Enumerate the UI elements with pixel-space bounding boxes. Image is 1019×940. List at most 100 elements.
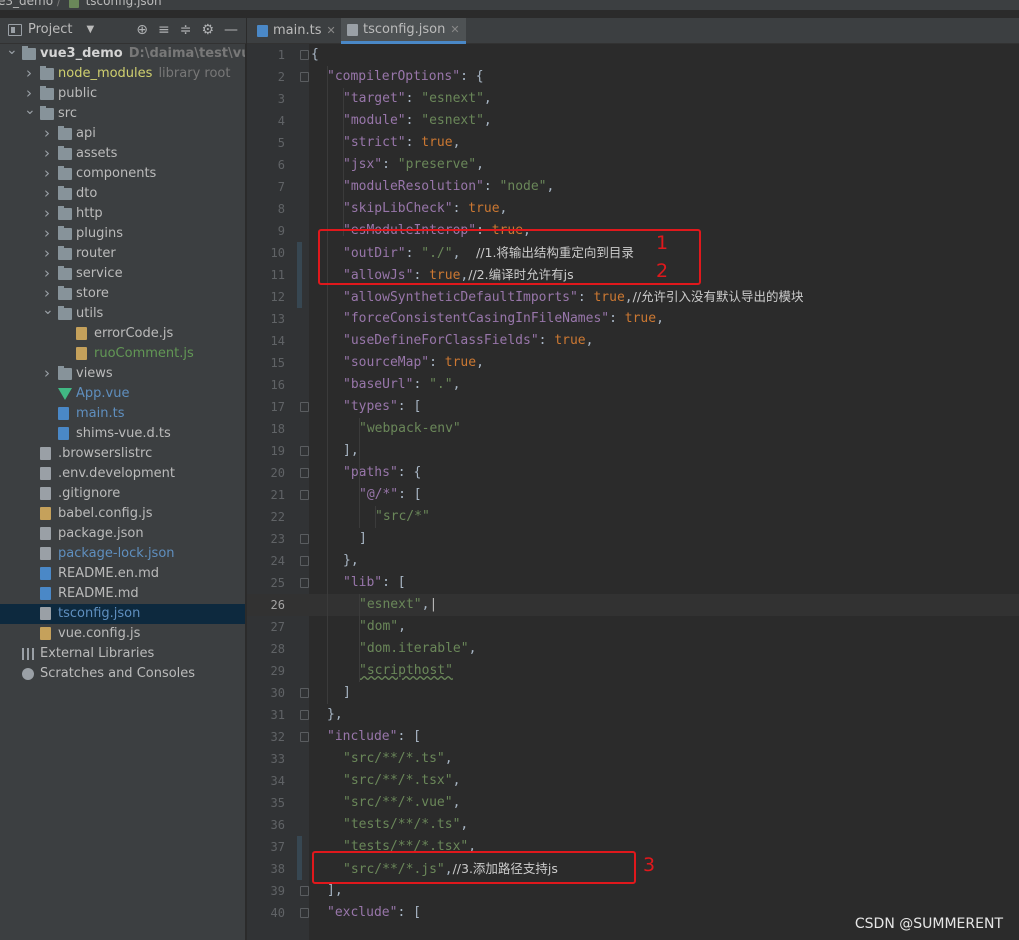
tree-item[interactable]: › router [0, 243, 245, 264]
folder-icon [58, 366, 72, 380]
tree-item-label: tsconfig.json [58, 606, 141, 621]
chevron-down-icon[interactable]: ⌄ [42, 300, 54, 320]
close-icon[interactable]: ✕ [450, 18, 459, 42]
annotation-number-3: 3 [643, 854, 656, 876]
tree-item[interactable]: › service [0, 263, 245, 284]
fold-marker-icon[interactable] [300, 468, 309, 478]
chevron-right-icon[interactable]: › [42, 143, 52, 163]
tree-item[interactable]: package-lock.json [0, 544, 245, 564]
change-marker[interactable] [297, 242, 302, 308]
js-icon [76, 347, 87, 360]
project-view-selector[interactable]: Project ▼ [8, 22, 94, 37]
tree-item[interactable]: › public [0, 84, 245, 104]
chevron-right-icon[interactable]: › [42, 243, 52, 263]
gear-icon[interactable]: ⚙ [201, 22, 214, 38]
code-line: "jsx": "preserve", [343, 157, 484, 172]
tree-item[interactable]: › node_modules library root [0, 63, 245, 84]
close-icon[interactable]: ✕ [326, 19, 335, 43]
tree-item[interactable]: ⌄ src [0, 102, 245, 124]
project-panel-header: Project ▼ ⊕ ≡ ≑ ⚙ — [0, 18, 246, 44]
tree-item[interactable]: vue.config.js [0, 624, 245, 644]
tab-tsconfig-json[interactable]: tsconfig.json ✕ [341, 18, 466, 44]
breadcrumb-file[interactable]: tsconfig.json [86, 0, 162, 8]
tree-item[interactable]: Scratches and Consoles [0, 664, 245, 684]
locate-icon[interactable]: ⊕ [136, 22, 148, 38]
change-marker[interactable] [297, 836, 302, 880]
line-number: 6 [277, 158, 285, 172]
chevron-down-icon[interactable]: ⌄ [24, 100, 36, 120]
chevron-right-icon[interactable]: › [42, 223, 52, 243]
line-number: 21 [270, 488, 285, 502]
minimize-icon[interactable]: — [224, 22, 238, 38]
tree-item[interactable]: External Libraries [0, 644, 245, 664]
tree-item[interactable]: App.vue [0, 384, 245, 404]
tree-item[interactable]: .env.development [0, 464, 245, 484]
tree-item[interactable]: › dto [0, 183, 245, 204]
code-line: "target": "esnext", [343, 91, 492, 106]
tree-item[interactable]: README.en.md [0, 564, 245, 584]
code-line: "compilerOptions": { [327, 69, 484, 84]
chevron-right-icon[interactable]: › [24, 63, 34, 83]
tree-item[interactable]: package.json [0, 524, 245, 544]
chevron-right-icon[interactable]: › [42, 363, 52, 383]
json-icon [40, 547, 51, 560]
tree-item[interactable]: .gitignore [0, 484, 245, 504]
code-line: "useDefineForClassFields": true, [343, 333, 594, 348]
line-number: 25 [270, 576, 285, 590]
fold-marker-icon[interactable] [300, 732, 309, 742]
json-icon [40, 527, 51, 540]
line-number: 31 [270, 708, 285, 722]
chevron-right-icon[interactable]: › [42, 183, 52, 203]
breadcrumb-project[interactable]: e3_demo [0, 0, 53, 8]
code-line: "types": [ [343, 399, 422, 414]
fold-marker-icon[interactable] [300, 50, 309, 60]
tree-item[interactable]: tsconfig.json [0, 604, 245, 624]
line-number: 33 [270, 752, 285, 766]
tree-item[interactable]: ⌄ utils [0, 302, 245, 324]
tree-item[interactable]: › plugins [0, 223, 245, 244]
chevron-right-icon[interactable]: › [42, 263, 52, 283]
fold-marker-icon[interactable] [300, 578, 309, 588]
chevron-right-icon[interactable]: › [42, 123, 52, 143]
chevron-right-icon[interactable]: › [42, 163, 52, 183]
expand-all-icon[interactable]: ≡ [158, 22, 170, 38]
tree-item[interactable]: main.ts [0, 404, 245, 424]
tree-item[interactable]: .browserslistrc [0, 444, 245, 464]
tree-item[interactable]: ⌄ vue3_demo D:\daima\test\vue3_de [0, 44, 245, 64]
fold-marker-icon[interactable] [300, 886, 309, 896]
tree-item-label: package-lock.json [58, 546, 175, 561]
line-number: 28 [270, 642, 285, 656]
tree-item[interactable]: babel.config.js [0, 504, 245, 524]
tree-item[interactable]: README.md [0, 584, 245, 604]
fold-marker-icon[interactable] [300, 908, 309, 918]
fold-marker-icon[interactable] [300, 490, 309, 500]
tree-item[interactable]: › http [0, 203, 245, 224]
collapse-all-icon[interactable]: ≑ [180, 22, 192, 38]
fold-marker-icon[interactable] [300, 710, 309, 720]
fold-marker-icon[interactable] [300, 556, 309, 566]
code-line: "src/**/*.vue", [343, 795, 461, 810]
chevron-right-icon[interactable]: › [42, 203, 52, 223]
code-line: "include": [ [327, 729, 421, 744]
tree-item[interactable]: › assets [0, 143, 245, 164]
folder-icon [58, 306, 72, 320]
fold-marker-icon[interactable] [300, 402, 309, 412]
tree-item[interactable]: › views [0, 363, 245, 384]
tree-item[interactable]: › store [0, 284, 245, 304]
fold-marker-icon[interactable] [300, 688, 309, 698]
fold-marker-icon[interactable] [300, 72, 309, 82]
tree-item[interactable]: shims-vue.d.ts [0, 424, 245, 444]
line-number: 40 [270, 906, 285, 920]
tree-item[interactable]: ruoComment.js [0, 344, 245, 364]
fold-marker-icon[interactable] [300, 534, 309, 544]
tree-item[interactable]: › components [0, 163, 245, 184]
tree-item-detail: D:\daima\test\vue3_de [128, 46, 245, 61]
line-number: 14 [270, 334, 285, 348]
fold-marker-icon[interactable] [300, 446, 309, 456]
json-file-icon [347, 23, 358, 36]
tree-item[interactable]: errorCode.js [0, 324, 245, 344]
chevron-down-icon[interactable]: ⌄ [6, 44, 18, 60]
tab-main-ts[interactable]: main.ts ✕ [251, 18, 342, 44]
tree-item-label: plugins [76, 226, 123, 241]
tree-item[interactable]: › api [0, 123, 245, 144]
